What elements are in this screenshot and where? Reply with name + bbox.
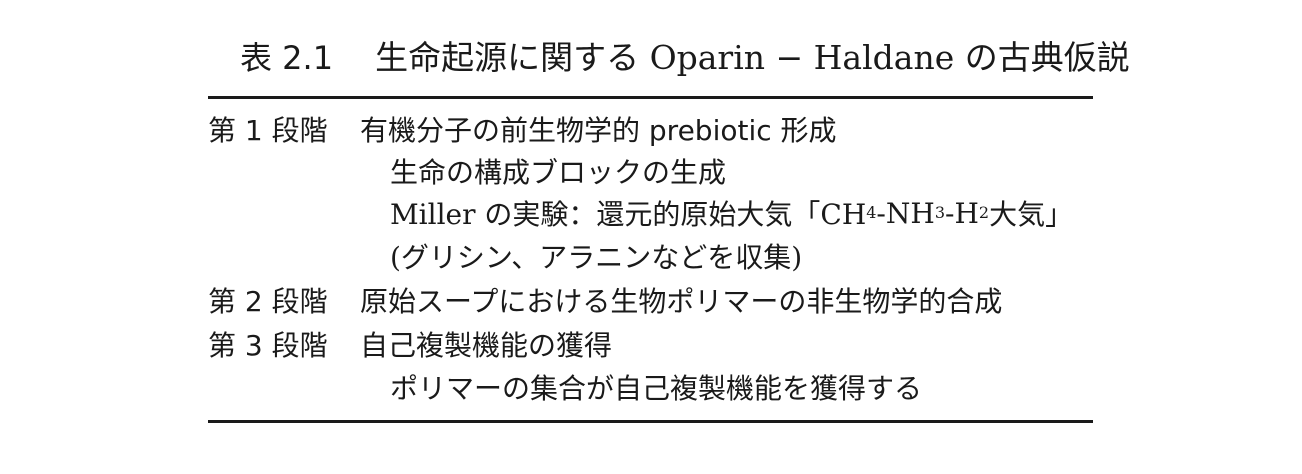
stage-label: 第 3 段階 — [208, 329, 328, 362]
bottom-rule — [208, 420, 1093, 423]
miller-experiment: Miller の実験：還元的原始大気「CH 4 -NH 3 -H 2 大気」 — [390, 196, 1074, 232]
stage-title: 有機分子の前生物学的 prebiotic 形成 — [360, 114, 837, 147]
stage-detail: (グリシン、アラニンなどを収集) — [390, 241, 803, 274]
stage-row-2: 第 2 段階 原始スープにおける生物ポリマーの非生物学的合成 — [208, 282, 1088, 318]
stage-title: 原始スープにおける生物ポリマーの非生物学的合成 — [360, 285, 1003, 318]
stage-label: 第 1 段階 — [208, 114, 328, 147]
stage-label: 第 2 段階 — [208, 285, 328, 318]
table-caption: 表 2.1 生命起源に関する Oparin − Haldane の古典仮説 — [240, 36, 1130, 80]
stage-detail: ポリマーの集合が自己複製機能を獲得する — [390, 372, 923, 405]
stage-row-3: 第 3 段階 自己複製機能の獲得 — [208, 326, 1088, 362]
stage-row-1: 第 1 段階 有機分子の前生物学的 prebiotic 形成 — [208, 111, 1088, 147]
table-number: 表 2.1 — [240, 39, 334, 77]
top-rule — [208, 96, 1093, 99]
table-title: 生命起源に関する Oparin − Haldane の古典仮説 — [375, 38, 1130, 77]
stage-detail: 生命の構成ブロックの生成 — [390, 156, 727, 189]
stage-title: 自己複製機能の獲得 — [360, 329, 613, 362]
